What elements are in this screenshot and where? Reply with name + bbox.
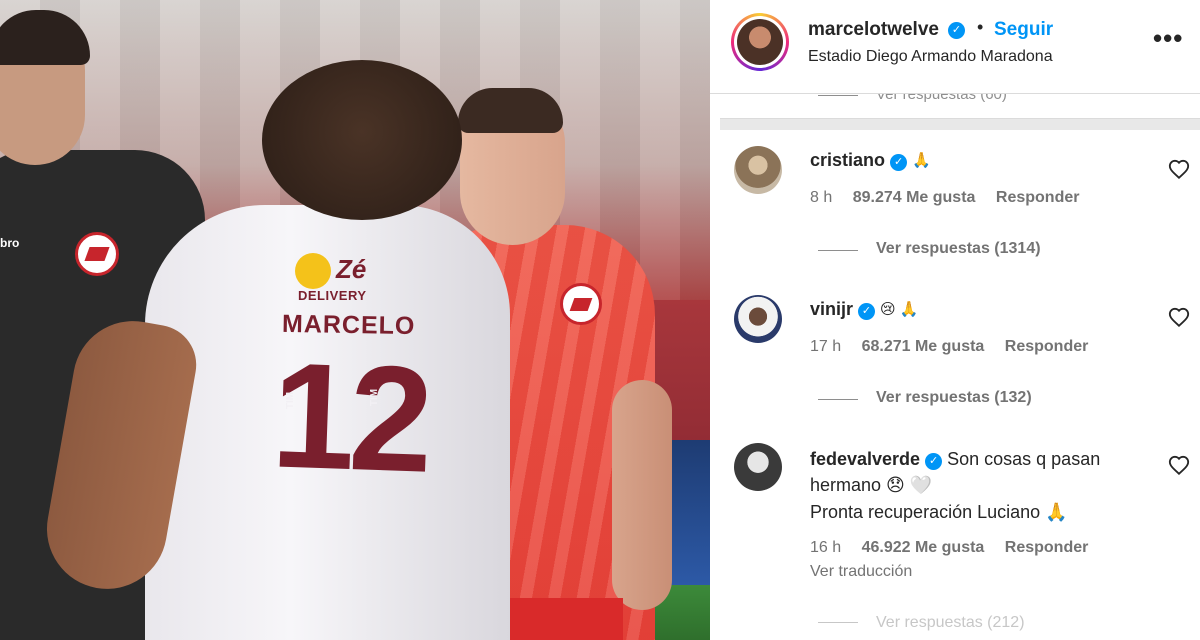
player-afro-hair <box>262 60 462 220</box>
see-translation-button[interactable]: Ver traducción <box>810 563 912 581</box>
comment-text-line-1: Son cosas q pasan <box>947 449 1101 469</box>
jersey-sponsor: Zé <box>336 254 367 284</box>
view-replies-partial-bottom[interactable]: Ver respuestas (212) <box>710 614 1200 640</box>
verified-badge-icon: ✓ <box>858 303 876 320</box>
comment-likes[interactable]: 46.922 Me gusta <box>862 539 985 556</box>
comment-likes[interactable]: 89.274 Me gusta <box>853 189 976 206</box>
view-replies-partial[interactable]: Ver respuestas (60) <box>710 86 1200 118</box>
comment-meta: 16 h 46.922 Me gusta Responder <box>810 539 1104 557</box>
post-photo[interactable]: bro Zé DELIVERY MARCELO 12 TIM TIM <box>0 0 710 640</box>
commenter-avatar[interactable] <box>734 146 782 194</box>
follow-button[interactable]: Seguir <box>994 19 1053 41</box>
jersey-side-text-right: TIM <box>369 388 381 407</box>
comment-time: 17 h <box>810 338 842 355</box>
commenter-avatar[interactable] <box>734 295 782 343</box>
comment-text-line-3: Pronta recuperación Luciano 🙏 <box>810 502 1068 522</box>
separator-dot: • <box>977 17 984 37</box>
section-separator <box>720 118 1200 130</box>
comment-meta: 8 h 89.274 Me gusta Responder <box>810 189 1095 207</box>
author-avatar[interactable] <box>731 13 789 71</box>
comment-text-line-2: hermano 😞 🤍 <box>810 475 933 495</box>
post-header: marcelotwelve ✓ • Seguir Estadio Diego A… <box>710 0 1200 94</box>
reply-button[interactable]: Responder <box>996 189 1080 206</box>
reply-button[interactable]: Responder <box>1005 338 1089 355</box>
verified-badge-icon: ✓ <box>890 154 908 171</box>
commenter-avatar[interactable] <box>734 443 782 491</box>
post-location[interactable]: Estadio Diego Armando Maradona <box>808 48 1053 66</box>
comment-time: 16 h <box>810 539 842 556</box>
jersey-sponsor-sub: DELIVERY <box>298 288 367 303</box>
goalkeeper-brand-logo: bro <box>0 236 20 250</box>
comment-time: 8 h <box>810 189 833 206</box>
comment-text: 🙏 <box>912 152 931 169</box>
jersey-side-text-left: TIM <box>285 391 297 410</box>
comment-username[interactable]: fedevalverde ✓ Son cosas q pasan <box>810 449 1100 470</box>
heart-icon[interactable] <box>1168 159 1190 181</box>
comment-text: 😢 🙏 <box>880 301 919 318</box>
comment-likes[interactable]: 68.271 Me gusta <box>862 338 985 355</box>
comment-meta: 17 h 68.271 Me gusta Responder <box>810 338 1104 356</box>
goalkeeper-crest <box>75 232 119 276</box>
comments-panel: marcelotwelve ✓ • Seguir Estadio Diego A… <box>710 0 1200 640</box>
more-options-icon[interactable]: ••• <box>1153 23 1183 54</box>
comment-username[interactable]: cristiano ✓ 🙏 <box>810 150 931 171</box>
red-player-hair <box>458 88 563 133</box>
comment-username[interactable]: vinijr ✓ 😢 🙏 <box>810 299 919 320</box>
red-jersey-crest <box>560 283 602 325</box>
heart-icon[interactable] <box>1168 455 1190 477</box>
jersey-number: 12 <box>269 330 430 504</box>
verified-badge-icon: ✓ <box>948 22 965 39</box>
verified-badge-icon: ✓ <box>925 453 943 470</box>
red-player-arm <box>612 380 672 610</box>
author-username[interactable]: marcelotwelve <box>808 19 939 41</box>
sponsor-logo-icon <box>295 253 331 289</box>
reply-button[interactable]: Responder <box>1005 539 1089 556</box>
heart-icon[interactable] <box>1168 307 1190 329</box>
